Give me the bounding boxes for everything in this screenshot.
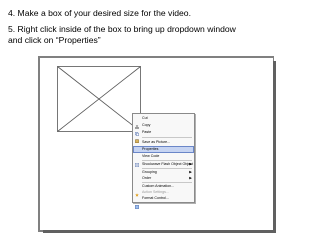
menu-item-order[interactable]: Order ▶ bbox=[133, 175, 194, 182]
menu-item-label: Format Control... bbox=[142, 196, 169, 200]
menu-item-label: Properties bbox=[142, 147, 159, 151]
menu-item-label: View Code bbox=[142, 154, 160, 158]
format-control-icon bbox=[135, 196, 139, 209]
instruction-step-5-continued: and click on “Properties” bbox=[8, 35, 101, 45]
menu-item-label: Order bbox=[142, 176, 152, 180]
menu-item-format-control-row[interactable]: Format Control... bbox=[133, 195, 194, 209]
slide-screenshot: Cut Copy Paste Save as Picture... Proper… bbox=[38, 56, 276, 233]
menu-item-label: Copy bbox=[142, 123, 151, 127]
paste-icon bbox=[135, 130, 139, 144]
menu-separator bbox=[142, 137, 192, 138]
slide-canvas: Cut Copy Paste Save as Picture... Proper… bbox=[40, 58, 273, 230]
menu-item-label: Save as Picture... bbox=[142, 140, 171, 144]
menu-item-paste[interactable]: Paste bbox=[133, 129, 194, 144]
menu-item-properties[interactable]: Properties bbox=[133, 146, 194, 153]
submenu-arrow-icon: ▶ bbox=[189, 162, 192, 166]
context-menu: Cut Copy Paste Save as Picture... Proper… bbox=[132, 113, 195, 209]
submenu-arrow-icon: ▶ bbox=[189, 176, 192, 180]
instruction-step-5: 5. Right click inside of the box to brin… bbox=[8, 24, 236, 34]
copy-icon bbox=[135, 123, 139, 136]
menu-item-shockwave-flash-object[interactable]: Shockwave Flash Object Object ▶ bbox=[133, 161, 194, 168]
menu-item-view-code[interactable]: View Code bbox=[133, 153, 194, 167]
menu-item-label: Cut bbox=[142, 116, 148, 120]
menu-item-copy[interactable]: Copy bbox=[133, 122, 194, 136]
instruction-step-4: 4. Make a box of your desired size for t… bbox=[8, 8, 191, 18]
scissors-icon bbox=[134, 116, 140, 130]
menu-item-label: Shockwave Flash Object Object bbox=[142, 162, 193, 166]
video-placeholder-box[interactable] bbox=[57, 66, 141, 132]
menu-item-cut[interactable]: Cut bbox=[133, 115, 194, 130]
view-code-icon bbox=[135, 154, 139, 167]
menu-item-label: Paste bbox=[142, 130, 152, 134]
menu-item-save-as-picture[interactable]: Save as Picture... bbox=[133, 139, 194, 146]
custom-animation-icon bbox=[135, 184, 139, 197]
